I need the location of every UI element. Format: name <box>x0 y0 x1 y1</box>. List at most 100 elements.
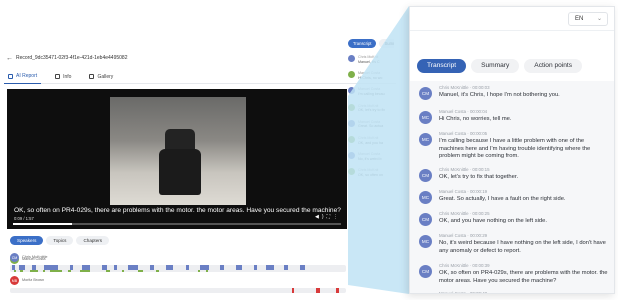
speech-segment <box>336 288 339 293</box>
video-controls: ◀)⛶⋮ <box>315 214 341 220</box>
language-select[interactable]: EN ⌄ <box>568 12 608 26</box>
tab-transcript[interactable]: Transcript <box>417 59 467 73</box>
tab-ai-report[interactable]: AI Report <box>4 70 42 84</box>
chevron-down-icon: ⌄ <box>596 16 602 22</box>
panel-tabs: Transcript Summary Action points <box>417 59 583 73</box>
bg-tab-summary[interactable]: Summa <box>379 39 394 48</box>
message-meta: Chris McKnittle · 00:00:25 <box>439 211 490 216</box>
background-message-text: Manuel, it's C <box>358 59 380 64</box>
video-player[interactable]: OK, so often on PR4-029s, there are prob… <box>7 89 347 229</box>
avatar <box>348 103 355 111</box>
background-message-lines: Manuel Costa No, it's weird b <box>358 152 381 161</box>
volume-icon[interactable]: ◀) <box>315 214 327 220</box>
avatar: CM <box>419 213 432 226</box>
background-message-text: I'm calling becau <box>358 91 385 96</box>
message-meta: Manuel Costa · 00:00:05 <box>439 131 488 136</box>
speech-segment <box>236 265 242 270</box>
timeline-tabs: Speakers Topics Chapters <box>10 236 110 245</box>
speaker-row: CM Chris McKnittle <box>10 253 346 275</box>
avatar <box>348 168 355 176</box>
avatar: MC <box>419 133 432 146</box>
background-message-lines: Manuel Costa I'm calling becau <box>358 87 385 96</box>
speech-segment <box>102 265 107 270</box>
avatar: CM <box>10 253 19 262</box>
message-text: Manuel, it's Chris, I hope I'm not bothe… <box>439 92 560 98</box>
background-message-meta: Chris McKnit <box>358 55 379 59</box>
avatar <box>348 71 355 79</box>
tab-topics[interactable]: Topics <box>46 236 74 245</box>
machine-base-shape <box>159 149 201 195</box>
avatar: MB <box>10 276 19 285</box>
background-transcript-tabs: Transcript Summa <box>348 39 394 48</box>
avatar <box>348 152 355 160</box>
background-message-text: OK, and you ha <box>358 140 383 145</box>
speech-segment <box>300 265 305 270</box>
message-text: Great. So actually, I have a fault on th… <box>439 196 566 202</box>
background-message-text: OK, let's try to fix <box>358 108 386 113</box>
background-message-text: No, it's weird b <box>358 156 382 161</box>
background-transcript-column: Transcript Summa Chris McKnitManuel, it'… <box>348 37 394 237</box>
avatar <box>348 55 355 62</box>
message-meta: Manuel Costa · 00:00:48 <box>439 291 488 294</box>
video-progress-bar[interactable] <box>13 223 341 225</box>
message-meta: Manuel Costa · 00:00:29 <box>439 233 488 238</box>
message-meta: Manuel Costa · 00:00:19 <box>439 189 488 194</box>
speech-segment <box>316 288 320 293</box>
avatar: MC <box>419 235 432 248</box>
speaker-name: Chris McKnittle <box>22 255 48 259</box>
tab-chapters[interactable]: Chapters <box>76 236 110 245</box>
tab-speakers[interactable]: Speakers <box>10 236 44 245</box>
speech-segment <box>292 288 294 293</box>
tab-action-points[interactable]: Action points <box>524 59 583 73</box>
background-message-lines: Manuel Costa Hi Chris, no wo <box>358 71 382 80</box>
speech-segment <box>166 265 173 270</box>
record-header: ← Record_9dc35471-02f3-4f1e-421d-1eb4e44… <box>4 50 396 66</box>
avatar <box>348 135 355 143</box>
speech-segment <box>220 265 224 270</box>
background-message-lines: Chris McKnit OK, and you ha <box>358 136 383 145</box>
panel-topbar: EN ⌄ <box>410 7 614 31</box>
message-text: No, it's weird because I have nothing on… <box>439 240 606 254</box>
avatar: MC <box>419 111 432 124</box>
background-message: Manuel Costa I'm calling becau <box>348 87 394 96</box>
screenshot-stage: ← Record_9dc35471-02f3-4f1e-421d-1eb4e44… <box>0 0 618 300</box>
tab-info[interactable]: Info <box>51 70 75 84</box>
tab-summary[interactable]: Summary <box>471 59 520 73</box>
back-arrow-icon[interactable]: ← <box>6 55 16 62</box>
background-message: Manuel Costa Hi Chris, no wo <box>348 71 394 80</box>
speaker-track[interactable] <box>10 265 346 270</box>
message-text: OK, let's try to fix that together. <box>439 174 519 180</box>
message-text: I'm calling because I have a little prob… <box>439 138 591 160</box>
avatar <box>348 119 355 127</box>
video-caption: OK, so often on PR4-029s, there are prob… <box>14 207 341 214</box>
background-message: Chris McKnit OK, let's try to fix <box>348 103 394 113</box>
speech-segment <box>114 265 117 270</box>
bg-tab-transcript[interactable]: Transcript <box>348 39 377 48</box>
message-meta: Chris McKnittle · 00:00:03 <box>439 85 490 90</box>
background-message-list: Chris McKnit Manuel, it's C Manuel Costa Hi… <box>348 55 394 178</box>
record-title: Record_9dc35471-02f3-4f1e-421d-1eb4e4495… <box>16 55 128 61</box>
video-progress-fill <box>13 223 73 225</box>
tab-info-label: Info <box>63 73 72 80</box>
speech-segment <box>200 265 209 270</box>
speaker-name: Moritz Brown <box>22 278 45 282</box>
message-meta: Chris McKnittle · 00:00:39 <box>439 263 490 268</box>
message-text: OK, and you have nothing on the left sid… <box>439 218 547 224</box>
background-message-text: Hi Chris, no wo <box>358 75 383 80</box>
speaker-track[interactable] <box>10 288 346 293</box>
tab-gallery-label: Gallery <box>97 73 114 80</box>
speech-segment <box>82 265 90 270</box>
background-message: Chris McKnit OK, and you ha <box>348 135 394 145</box>
zoomed-transcript-panel: EN ⌄ Transcript Summary Action points CM… <box>409 6 615 294</box>
background-message: Manuel Costa Great. So actua <box>348 119 394 129</box>
video-time: 0:09 / 1:57 <box>14 216 34 221</box>
speech-segment <box>150 265 154 270</box>
background-message: Manuel Costa No, it's weird b <box>348 152 394 161</box>
speech-segment <box>186 265 189 270</box>
language-value: EN <box>575 16 584 22</box>
tab-gallery[interactable]: Gallery <box>85 70 117 84</box>
info-icon <box>55 74 61 79</box>
more-icon[interactable]: ⋮ <box>333 214 341 220</box>
speech-segment <box>12 265 15 270</box>
speech-segment <box>19 265 25 270</box>
